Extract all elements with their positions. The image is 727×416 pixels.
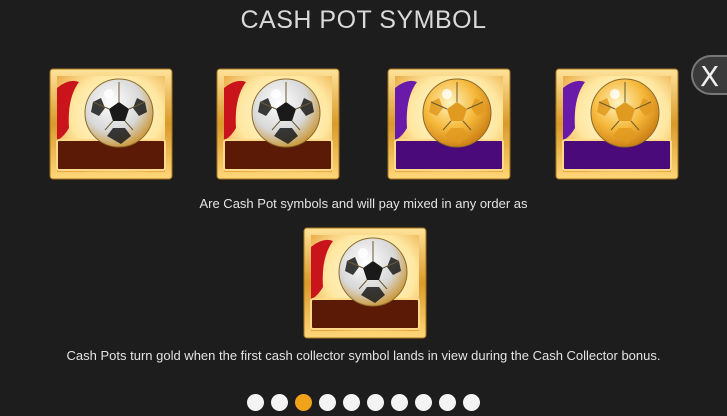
page-dot-4[interactable] (319, 394, 336, 411)
page-dot-9[interactable] (439, 394, 456, 411)
page-dot-7[interactable] (391, 394, 408, 411)
close-button[interactable]: X (691, 55, 727, 95)
cash-pot-symbol-red (216, 68, 340, 180)
cash-pot-gold-symbol (303, 227, 427, 339)
page-dot-5[interactable] (343, 394, 360, 411)
cash-pot-symbol-red (49, 68, 173, 180)
page-dot-3[interactable] (295, 394, 312, 411)
page-title: CASH POT SYMBOL (240, 6, 487, 34)
page-dot-2[interactable] (271, 394, 288, 411)
cash-pot-symbol-purple (555, 68, 679, 180)
page-dot-6[interactable] (367, 394, 384, 411)
page-dot-1[interactable] (247, 394, 264, 411)
description-cash-collector: Cash Pots turn gold when the first cash … (66, 348, 661, 363)
close-icon: X (700, 60, 720, 93)
cash-pot-symbol-purple (387, 68, 511, 180)
description-cash-pot: Are Cash Pot symbols and will pay mixed … (199, 196, 528, 211)
pagination (0, 394, 727, 411)
page-dot-8[interactable] (415, 394, 432, 411)
page-dot-10[interactable] (463, 394, 480, 411)
